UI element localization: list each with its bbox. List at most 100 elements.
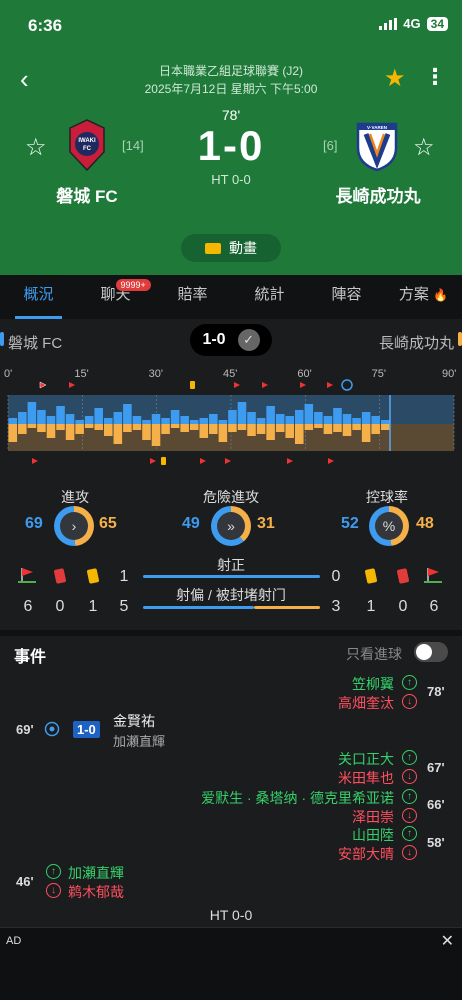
sub-in-58[interactable]: 山田陸	[352, 825, 394, 845]
away-momentum-bar	[209, 424, 218, 434]
home-momentum-bar	[132, 416, 142, 424]
event-minute-46: 46'	[16, 874, 34, 889]
away-momentum-bar	[75, 424, 84, 434]
home-corner-icon	[18, 568, 36, 583]
sub-out-46[interactable]: 鹈木郁哉	[68, 882, 124, 902]
off-target-home-bar	[143, 606, 254, 609]
tab-odds[interactable]: 賠率	[154, 275, 231, 319]
tab-plan[interactable]: 方案 🔥	[385, 275, 462, 319]
home-momentum-bar	[56, 406, 65, 424]
away-event-markers	[32, 457, 334, 465]
away-red-value: 0	[398, 598, 408, 615]
home-team-logo[interactable]: IWAKI FC	[62, 118, 112, 172]
sub-out-arrow-icon: ↓	[402, 808, 417, 823]
possession-label: 控球率	[366, 489, 408, 505]
tab-chat[interactable]: 聊天 9999+	[77, 275, 154, 319]
home-momentum-bar	[18, 412, 27, 424]
momentum-timeline: 0' 15' 30' 45' 60' 75' 90'	[4, 368, 456, 465]
away-momentum-bar	[104, 424, 113, 436]
signal-icon	[379, 17, 398, 30]
danger-home-value: 49	[182, 515, 200, 532]
corner-flag-icon	[39, 381, 47, 389]
home-momentum-bar	[380, 420, 390, 424]
on-target-label: 射正	[217, 557, 245, 573]
away-momentum-bar	[180, 424, 189, 432]
follow-away-star-icon[interactable]: ☆	[413, 133, 435, 162]
corner-flag-icon	[328, 458, 334, 464]
sub-out-67[interactable]: 米田隼也	[338, 768, 394, 788]
sub-out-arrow-icon: ↓	[402, 694, 417, 709]
sub-out-78[interactable]: 高畑奎汰	[338, 693, 394, 713]
tab-lineup[interactable]: 陣容	[308, 275, 385, 319]
close-icon[interactable]: ✕	[441, 931, 454, 951]
away-team-name[interactable]: 長崎成功丸	[298, 182, 458, 207]
goals-only-toggle[interactable]	[414, 642, 448, 662]
away-momentum-bar	[371, 424, 380, 434]
away-momentum-bar	[18, 424, 27, 434]
attack-label: 進攻	[61, 489, 89, 505]
home-momentum-bar	[104, 418, 113, 424]
goal-scorer[interactable]: 金賢祐	[113, 711, 155, 731]
away-momentum-bar	[84, 424, 94, 428]
away-momentum-bar	[285, 424, 294, 438]
pitch-icon	[205, 242, 221, 254]
sub-in-67[interactable]: 关口正大	[338, 749, 394, 769]
home-team-name[interactable]: 磐城 FC	[7, 182, 167, 207]
attack-ring: ›	[54, 506, 94, 546]
more-icon[interactable]: ⋮	[424, 66, 446, 88]
favorite-match-star-icon[interactable]: ★	[384, 64, 406, 93]
sub-in-78[interactable]: 笠柳翼	[352, 674, 394, 694]
away-team-logo[interactable]: V·VAREN	[352, 118, 402, 172]
yellow-card-icon	[161, 457, 166, 465]
sub-in-arrow-icon: ↑	[402, 789, 417, 804]
status-indicators: 4G 34	[379, 16, 448, 31]
corner-flag-icon	[327, 382, 333, 388]
away-momentum-bar	[142, 424, 151, 440]
status-time: 6:36	[28, 16, 63, 35]
chevron-right-icon: ›	[60, 512, 88, 540]
home-momentum-bar	[161, 418, 170, 424]
home-rank: [14]	[122, 138, 144, 153]
event-minute-66: 66'	[427, 797, 445, 812]
ad-banner[interactable]: AD ✕	[0, 927, 462, 1000]
animation-button[interactable]: 動畫	[181, 234, 281, 262]
on-target-bar	[143, 575, 320, 578]
sub-in-46[interactable]: 加瀬直輝	[68, 863, 124, 883]
chat-badge: 9999+	[115, 279, 151, 291]
timeline-tick-label: 30'	[149, 368, 163, 380]
follow-home-star-icon[interactable]: ☆	[25, 133, 47, 162]
event-minute-67: 67'	[427, 760, 445, 775]
attack-home-value: 69	[25, 515, 43, 532]
timeline-tick-label: 45'	[223, 368, 237, 380]
network-label: 4G	[403, 16, 421, 31]
sub-out-58[interactable]: 安部大晴	[338, 844, 394, 864]
away-momentum-bar	[123, 424, 132, 432]
home-momentum-bar	[180, 416, 189, 424]
tab-stats[interactable]: 統計	[231, 275, 308, 319]
tab-overview[interactable]: 概況	[0, 275, 77, 319]
sub-out-arrow-icon: ↓	[402, 769, 417, 784]
away-momentum-bar	[65, 424, 75, 440]
home-momentum-bar	[123, 404, 132, 424]
percent-icon: %	[375, 512, 403, 540]
sub-out-66[interactable]: 泽田崇	[352, 807, 394, 827]
away-yellow-value: 1	[366, 598, 376, 615]
on-target-home: 1	[119, 568, 129, 585]
sub-out-arrow-icon: ↓	[46, 883, 61, 898]
summary-score-pill[interactable]: 1-0 ✓	[190, 324, 272, 356]
event-minute-78: 78'	[427, 684, 445, 699]
corner-flag-icon	[225, 458, 231, 464]
danger-label: 危險進攻	[203, 489, 259, 505]
goals-only-label: 只看進球	[346, 646, 402, 662]
home-momentum-bar	[323, 416, 333, 424]
goal-assist[interactable]: 加瀬直輝	[113, 731, 165, 750]
ad-label: AD	[6, 935, 22, 947]
away-momentum-bar	[46, 424, 56, 438]
home-momentum-bar	[151, 414, 161, 424]
off-target-label: 射偏 / 被封堵射门	[176, 587, 286, 603]
sub-in-66[interactable]: 爱默生 · 桑塔纳 · 德克里希亚诺	[201, 788, 394, 808]
animation-label: 動畫	[229, 240, 257, 256]
away-momentum-bar	[8, 424, 18, 442]
svg-text:FC: FC	[83, 146, 92, 152]
away-momentum-bar	[266, 424, 275, 440]
